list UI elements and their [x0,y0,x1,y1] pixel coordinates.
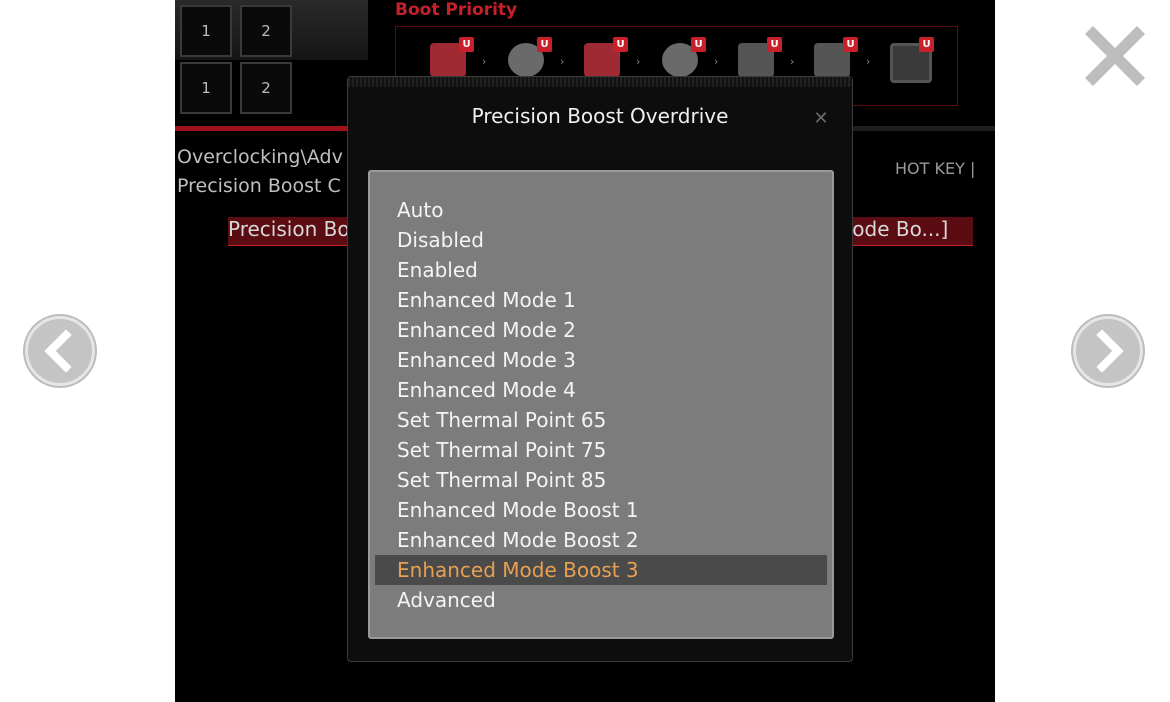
hotkey-label[interactable]: HOT KEY | [895,159,975,178]
profile-button-2[interactable]: 2 [240,5,292,57]
option-item[interactable]: Advanced [375,585,827,615]
arrow-icon: › [636,55,641,68]
uefi-badge: U [613,37,628,52]
uefi-badge: U [843,37,858,52]
arrow-icon: › [482,55,487,68]
arrow-icon: › [714,55,719,68]
dialog-grip [348,77,852,87]
usb-key-icon[interactable]: U [734,37,782,81]
option-dialog: Precision Boost Overdrive ✕ Auto Disable… [347,76,853,662]
breadcrumb-subpath: Precision Boost C [177,175,341,197]
arrow-icon: › [790,55,795,68]
uefi-badge: U [767,37,782,52]
dialog-title: Precision Boost Overdrive [471,104,729,128]
option-item[interactable]: Set Thermal Point 75 [375,435,827,465]
arrow-icon: › [560,55,565,68]
uefi-badge: U [459,37,474,52]
chevron-right-icon[interactable] [1073,316,1143,386]
option-item[interactable]: Enabled [375,255,827,285]
usb-hdd-icon[interactable]: U [580,37,628,81]
option-item[interactable]: Disabled [375,225,827,255]
profile-button-1[interactable]: 1 [180,5,232,57]
option-item[interactable]: Enhanced Mode 2 [375,315,827,345]
dialog-close-icon[interactable]: ✕ [810,107,832,129]
boot-priority-title: Boot Priority [395,0,518,20]
option-item[interactable]: Auto [375,195,827,225]
profile-button-2-alt[interactable]: 2 [240,62,292,114]
option-item[interactable]: Enhanced Mode 3 [375,345,827,375]
option-item[interactable]: Set Thermal Point 65 [375,405,827,435]
option-item[interactable]: Set Thermal Point 85 [375,465,827,495]
option-item[interactable]: Enhanced Mode Boost 2 [375,525,827,555]
profile-button-1-alt[interactable]: 1 [180,62,232,114]
option-item[interactable]: Enhanced Mode 4 [375,375,827,405]
arrow-icon: › [866,55,871,68]
option-item-selected[interactable]: Enhanced Mode Boost 3 [375,555,827,585]
network-icon[interactable]: U [886,37,934,83]
usb-cd-icon[interactable]: U [658,37,706,81]
uefi-badge: U [691,37,706,52]
optical-disc-icon[interactable]: U [504,37,552,81]
usb-floppy-icon[interactable]: U [810,37,858,81]
close-icon[interactable] [1085,26,1145,86]
hdd-icon[interactable]: U [426,37,474,81]
option-item[interactable]: Enhanced Mode 1 [375,285,827,315]
option-item[interactable]: Enhanced Mode Boost 1 [375,495,827,525]
uefi-badge: U [919,37,934,52]
breadcrumb: Overclocking\Adv [177,146,343,168]
uefi-badge: U [537,37,552,52]
chevron-left-icon[interactable] [25,316,95,386]
setting-value[interactable]: Mode Bo...] [835,217,973,246]
option-list: Auto Disabled Enabled Enhanced Mode 1 En… [368,170,834,639]
